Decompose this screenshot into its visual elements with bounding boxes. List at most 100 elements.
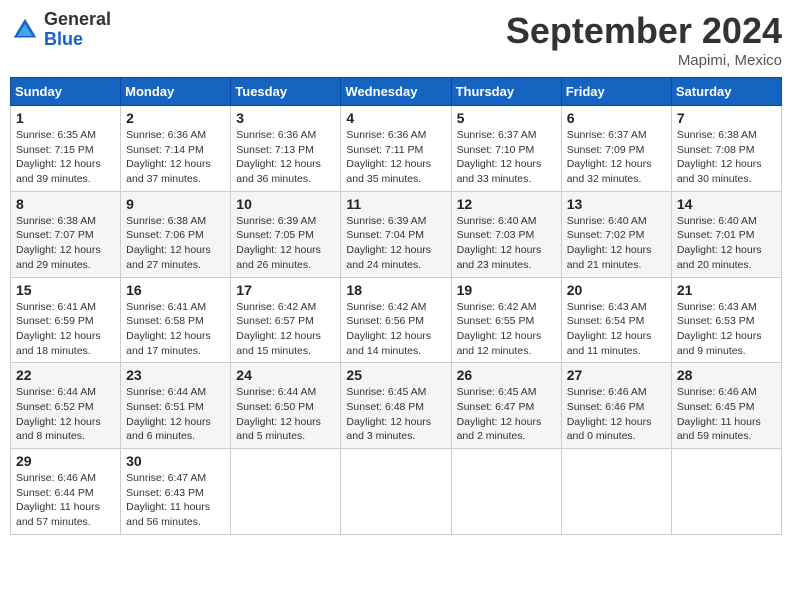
calendar-header: Sunday Monday Tuesday Wednesday Thursday… bbox=[11, 78, 782, 106]
day-info: Sunrise: 6:37 AMSunset: 7:10 PMDaylight:… bbox=[457, 128, 556, 187]
day-info: Sunrise: 6:43 AMSunset: 6:53 PMDaylight:… bbox=[677, 300, 776, 359]
calendar-cell: 6 Sunrise: 6:37 AMSunset: 7:09 PMDaylight… bbox=[561, 106, 671, 192]
col-thursday: Thursday bbox=[451, 78, 561, 106]
calendar-cell: 19Sunrise: 6:42 AMSunset: 6:55 PMDayligh… bbox=[451, 277, 561, 363]
calendar-cell: 3 Sunrise: 6:36 AMSunset: 7:13 PMDaylight… bbox=[231, 106, 341, 192]
calendar-cell: 2 Sunrise: 6:36 AMSunset: 7:14 PMDaylight… bbox=[121, 106, 231, 192]
logo-blue: Blue bbox=[44, 30, 111, 50]
day-number: 25 bbox=[346, 367, 445, 383]
day-number: 13 bbox=[567, 196, 666, 212]
day-info: Sunrise: 6:36 AMSunset: 7:13 PMDaylight:… bbox=[236, 128, 335, 187]
day-number: 2 bbox=[126, 110, 225, 126]
day-number: 7 bbox=[677, 110, 776, 126]
day-number: 4 bbox=[346, 110, 445, 126]
day-number: 12 bbox=[457, 196, 556, 212]
col-saturday: Saturday bbox=[671, 78, 781, 106]
day-info: Sunrise: 6:38 AMSunset: 7:06 PMDaylight:… bbox=[126, 214, 225, 273]
day-number: 18 bbox=[346, 282, 445, 298]
calendar-cell: 7 Sunrise: 6:38 AMSunset: 7:08 PMDaylight… bbox=[671, 106, 781, 192]
calendar-cell: 21Sunrise: 6:43 AMSunset: 6:53 PMDayligh… bbox=[671, 277, 781, 363]
col-wednesday: Wednesday bbox=[341, 78, 451, 106]
day-number: 8 bbox=[16, 196, 115, 212]
calendar-cell: 23Sunrise: 6:44 AMSunset: 6:51 PMDayligh… bbox=[121, 363, 231, 449]
day-number: 22 bbox=[16, 367, 115, 383]
col-tuesday: Tuesday bbox=[231, 78, 341, 106]
day-info: Sunrise: 6:40 AMSunset: 7:01 PMDaylight:… bbox=[677, 214, 776, 273]
day-number: 23 bbox=[126, 367, 225, 383]
calendar-cell: 18 Sunrise: 6:42 AMSunset: 6:56 PMDayligh… bbox=[341, 277, 451, 363]
day-number: 14 bbox=[677, 196, 776, 212]
calendar-cell: 27 Sunrise: 6:46 AMSunset: 6:46 PMDayligh… bbox=[561, 363, 671, 449]
calendar-cell: 20Sunrise: 6:43 AMSunset: 6:54 PMDayligh… bbox=[561, 277, 671, 363]
logo-text: General Blue bbox=[44, 10, 111, 50]
calendar-cell: 9 Sunrise: 6:38 AMSunset: 7:06 PMDaylight… bbox=[121, 191, 231, 277]
calendar-cell: 16 Sunrise: 6:41 AMSunset: 6:58 PMDayligh… bbox=[121, 277, 231, 363]
day-number: 6 bbox=[567, 110, 666, 126]
day-number: 3 bbox=[236, 110, 335, 126]
calendar-cell bbox=[561, 449, 671, 535]
logo: General Blue bbox=[10, 10, 111, 50]
day-info: Sunrise: 6:42 AMSunset: 6:55 PMDaylight:… bbox=[457, 300, 556, 359]
day-info: Sunrise: 6:41 AMSunset: 6:58 PMDaylight:… bbox=[126, 300, 225, 359]
calendar-cell: 5 Sunrise: 6:37 AMSunset: 7:10 PMDaylight… bbox=[451, 106, 561, 192]
day-number: 11 bbox=[346, 196, 445, 212]
day-number: 30 bbox=[126, 453, 225, 469]
calendar-cell bbox=[671, 449, 781, 535]
calendar-cell: 17 Sunrise: 6:42 AMSunset: 6:57 PMDayligh… bbox=[231, 277, 341, 363]
col-friday: Friday bbox=[561, 78, 671, 106]
day-info: Sunrise: 6:38 AMSunset: 7:07 PMDaylight:… bbox=[16, 214, 115, 273]
calendar-cell: 14 Sunrise: 6:40 AMSunset: 7:01 PMDayligh… bbox=[671, 191, 781, 277]
day-number: 20 bbox=[567, 282, 666, 298]
day-number: 27 bbox=[567, 367, 666, 383]
day-number: 5 bbox=[457, 110, 556, 126]
day-info: Sunrise: 6:46 AMSunset: 6:44 PMDaylight:… bbox=[16, 471, 115, 530]
day-info: Sunrise: 6:36 AMSunset: 7:11 PMDaylight:… bbox=[346, 128, 445, 187]
day-info: Sunrise: 6:36 AMSunset: 7:14 PMDaylight:… bbox=[126, 128, 225, 187]
day-number: 24 bbox=[236, 367, 335, 383]
calendar-body: 1 Sunrise: 6:35 AMSunset: 7:15 PMDaylight… bbox=[11, 106, 782, 535]
day-number: 28 bbox=[677, 367, 776, 383]
day-info: Sunrise: 6:35 AMSunset: 7:15 PMDaylight:… bbox=[16, 128, 115, 187]
calendar-cell: 1 Sunrise: 6:35 AMSunset: 7:15 PMDaylight… bbox=[11, 106, 121, 192]
day-info: Sunrise: 6:45 AMSunset: 6:48 PMDaylight:… bbox=[346, 385, 445, 444]
table-row: 15Sunrise: 6:41 AMSunset: 6:59 PMDayligh… bbox=[11, 277, 782, 363]
table-row: 1 Sunrise: 6:35 AMSunset: 7:15 PMDaylight… bbox=[11, 106, 782, 192]
calendar-cell: 28 Sunrise: 6:46 AMSunset: 6:45 PMDayligh… bbox=[671, 363, 781, 449]
logo-general: General bbox=[44, 10, 111, 30]
calendar-cell: 24 Sunrise: 6:44 AMSunset: 6:50 PMDayligh… bbox=[231, 363, 341, 449]
calendar-cell: 25 Sunrise: 6:45 AMSunset: 6:48 PMDayligh… bbox=[341, 363, 451, 449]
calendar-cell: 22 Sunrise: 6:44 AMSunset: 6:52 PMDayligh… bbox=[11, 363, 121, 449]
calendar-cell bbox=[231, 449, 341, 535]
calendar-cell: 29Sunrise: 6:46 AMSunset: 6:44 PMDayligh… bbox=[11, 449, 121, 535]
day-info: Sunrise: 6:41 AMSunset: 6:59 PMDaylight:… bbox=[16, 300, 115, 359]
calendar-cell: 15Sunrise: 6:41 AMSunset: 6:59 PMDayligh… bbox=[11, 277, 121, 363]
col-monday: Monday bbox=[121, 78, 231, 106]
day-number: 9 bbox=[126, 196, 225, 212]
title-block: September 2024 Mapimi, Mexico bbox=[506, 10, 782, 69]
day-info: Sunrise: 6:42 AMSunset: 6:56 PMDaylight:… bbox=[346, 300, 445, 359]
day-info: Sunrise: 6:39 AMSunset: 7:05 PMDaylight:… bbox=[236, 214, 335, 273]
calendar-cell: 8 Sunrise: 6:38 AMSunset: 7:07 PMDaylight… bbox=[11, 191, 121, 277]
location: Mapimi, Mexico bbox=[506, 52, 782, 69]
day-info: Sunrise: 6:44 AMSunset: 6:50 PMDaylight:… bbox=[236, 385, 335, 444]
col-sunday: Sunday bbox=[11, 78, 121, 106]
month-title: September 2024 bbox=[506, 10, 782, 52]
calendar-cell: 4 Sunrise: 6:36 AMSunset: 7:11 PMDaylight… bbox=[341, 106, 451, 192]
table-row: 8 Sunrise: 6:38 AMSunset: 7:07 PMDaylight… bbox=[11, 191, 782, 277]
day-number: 16 bbox=[126, 282, 225, 298]
day-info: Sunrise: 6:38 AMSunset: 7:08 PMDaylight:… bbox=[677, 128, 776, 187]
calendar-cell: 30 Sunrise: 6:47 AMSunset: 6:43 PMDayligh… bbox=[121, 449, 231, 535]
day-info: Sunrise: 6:42 AMSunset: 6:57 PMDaylight:… bbox=[236, 300, 335, 359]
day-info: Sunrise: 6:44 AMSunset: 6:52 PMDaylight:… bbox=[16, 385, 115, 444]
day-info: Sunrise: 6:45 AMSunset: 6:47 PMDaylight:… bbox=[457, 385, 556, 444]
day-info: Sunrise: 6:40 AMSunset: 7:02 PMDaylight:… bbox=[567, 214, 666, 273]
day-number: 1 bbox=[16, 110, 115, 126]
day-info: Sunrise: 6:47 AMSunset: 6:43 PMDaylight:… bbox=[126, 471, 225, 530]
day-info: Sunrise: 6:46 AMSunset: 6:45 PMDaylight:… bbox=[677, 385, 776, 444]
day-number: 17 bbox=[236, 282, 335, 298]
calendar-cell: 13 Sunrise: 6:40 AMSunset: 7:02 PMDayligh… bbox=[561, 191, 671, 277]
day-info: Sunrise: 6:37 AMSunset: 7:09 PMDaylight:… bbox=[567, 128, 666, 187]
day-info: Sunrise: 6:46 AMSunset: 6:46 PMDaylight:… bbox=[567, 385, 666, 444]
calendar-cell: 10Sunrise: 6:39 AMSunset: 7:05 PMDayligh… bbox=[231, 191, 341, 277]
header-row: Sunday Monday Tuesday Wednesday Thursday… bbox=[11, 78, 782, 106]
